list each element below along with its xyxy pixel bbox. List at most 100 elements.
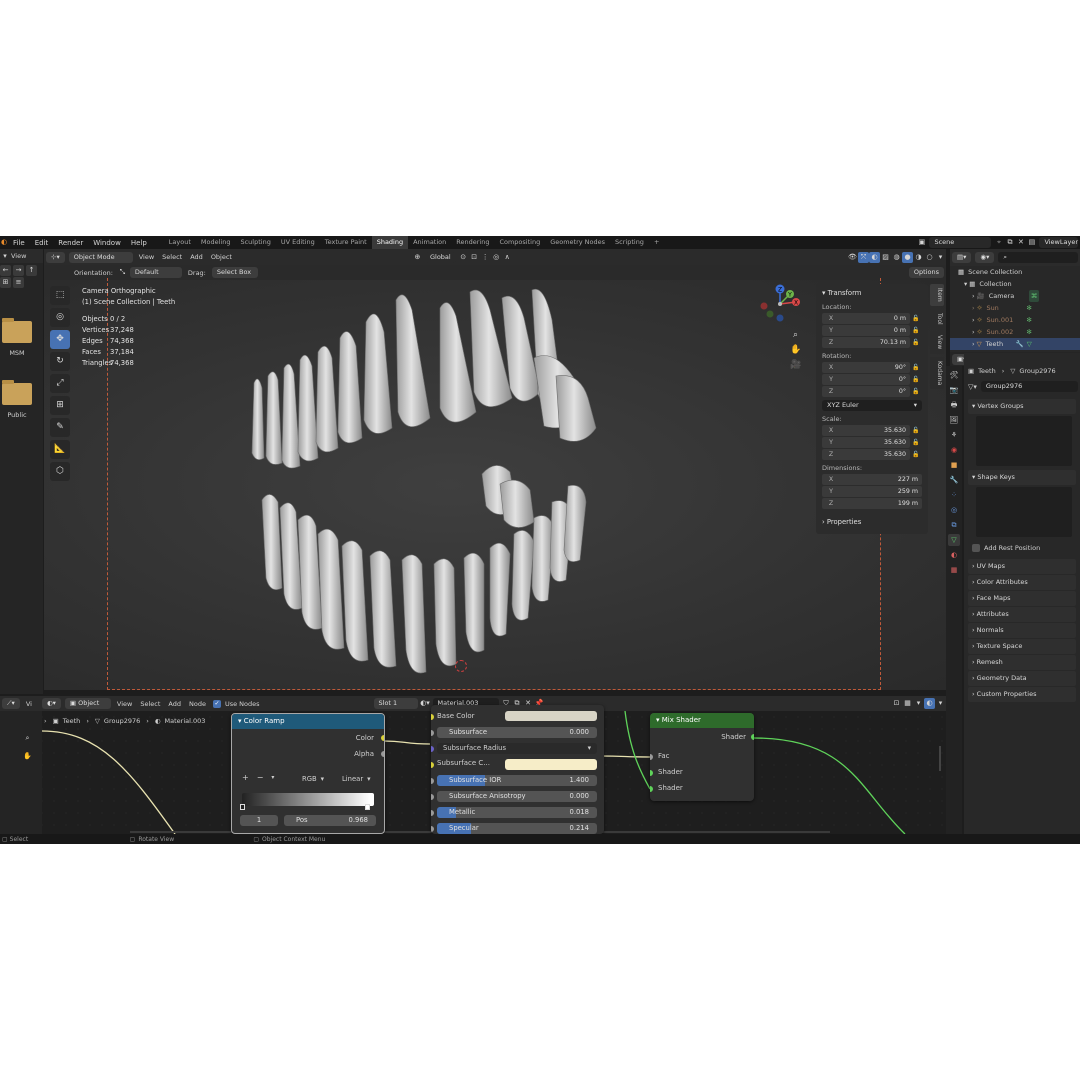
panel-attributes[interactable]: › Attributes [968, 607, 1076, 622]
close-icon[interactable]: ✕ [1015, 237, 1026, 248]
shader-input-1-socket[interactable] [650, 770, 653, 776]
base-color-swatch[interactable] [505, 711, 597, 721]
snap-icon[interactable]: ⊡ [469, 252, 480, 263]
lock-icon[interactable]: 🔓 [910, 427, 922, 434]
panel-face-maps[interactable]: › Face Maps [968, 591, 1076, 606]
subsurface-socket[interactable] [431, 730, 434, 736]
dimension-y-field[interactable]: Y 259 m [822, 486, 922, 497]
output-tab-icon[interactable]: 🖶 [948, 399, 960, 411]
scene-tab-icon[interactable]: ⚘ [948, 429, 960, 441]
lock-icon[interactable]: 🔓 [910, 388, 922, 395]
metallic-field[interactable]: Metallic 0.018 [437, 807, 597, 818]
menu-help[interactable]: Help [126, 239, 152, 247]
slot-dropdown[interactable]: Slot 1 [373, 698, 418, 709]
view-layer-selector[interactable]: ViewLayer [1039, 237, 1078, 248]
lock-icon[interactable]: 🔓 [910, 339, 922, 346]
add-stop-button[interactable]: + [242, 773, 249, 782]
menu-add[interactable]: Add [186, 253, 207, 261]
stop-pos-field[interactable]: Pos 0.968 [284, 815, 376, 826]
falloff-icon[interactable]: ∧ [502, 252, 513, 263]
transform-orientation-dropdown[interactable]: Global [424, 251, 456, 263]
subsurface-color-swatch[interactable] [505, 759, 597, 770]
drag-dropdown[interactable]: Select Box [211, 267, 258, 278]
menu-edit[interactable]: Edit [30, 239, 54, 247]
editor-type-icon[interactable]: ▾ [1, 251, 9, 262]
zoom-icon[interactable]: ⌕ [790, 330, 801, 341]
shading-material-icon[interactable]: ◑ [913, 252, 924, 263]
location-y-field[interactable]: Y0 m 🔓 [822, 325, 922, 336]
scale-tool-icon[interactable]: ⤢ [50, 374, 70, 393]
pan-hand-icon[interactable]: ✋ [790, 345, 801, 356]
color-ramp-header[interactable]: ▾ Color Ramp [232, 714, 384, 729]
add-workspace-button[interactable]: + [649, 236, 664, 249]
tool-tab-icon[interactable]: 🛠 [948, 369, 960, 381]
panel-color-attributes[interactable]: › Color Attributes [968, 575, 1076, 590]
metallic-socket[interactable] [431, 810, 434, 816]
menu-file[interactable]: File [8, 239, 30, 247]
nav-parent-icon[interactable]: ↑ [26, 264, 37, 276]
add-cube-tool-icon[interactable]: ⬡ [50, 462, 70, 481]
add-rest-position-row[interactable]: Add Rest Position [964, 541, 1080, 555]
outliner-collection[interactable]: ▾ ▦ Collection [950, 278, 1080, 290]
transform-panel-title[interactable]: ▾ Transform [822, 289, 922, 297]
dimension-z-field[interactable]: Z 199 m [822, 498, 922, 509]
subsurface-ior-field[interactable]: Subsurface IOR 1.400 [437, 775, 597, 786]
editor-type-dropdown[interactable]: ⊹▾ [46, 251, 65, 263]
move-tool-icon[interactable]: ✥ [50, 330, 70, 349]
proportional-edit-icon[interactable]: ◎ [491, 252, 502, 263]
shading-rendered-icon[interactable]: ○ [924, 252, 935, 263]
visibility-icon[interactable]: 👁 [847, 252, 858, 263]
vertex-groups-list[interactable] [976, 416, 1072, 466]
pin-icon[interactable]: ⌖ [993, 237, 1004, 248]
specular-socket[interactable] [431, 826, 434, 832]
xray-icon[interactable]: ▨ [880, 252, 891, 263]
stop-index-field[interactable]: 1 [240, 815, 278, 826]
orientation-dropdown[interactable]: Default [129, 267, 182, 278]
menu-object[interactable]: Object [207, 253, 236, 261]
shader-type-dropdown[interactable]: ▣ Object [64, 698, 111, 709]
menu-select[interactable]: Select [158, 253, 186, 261]
outliner-editor-type[interactable]: ▤▾ [952, 252, 972, 263]
pivot-icon[interactable]: ⊙ [458, 252, 469, 263]
material-tab-icon[interactable]: ◐ [948, 549, 960, 561]
tab-uv-editing[interactable]: UV Editing [276, 236, 320, 249]
options-dropdown[interactable]: Options [908, 267, 944, 278]
node-options-icon[interactable]: ▾ [913, 698, 924, 709]
gizmo-toggle-icon[interactable]: ⤧ [858, 251, 869, 263]
annotate-tool-icon[interactable]: ✎ [50, 418, 70, 437]
location-z-field[interactable]: Z 70.13 m 🔓 [822, 337, 922, 348]
scale-y-field[interactable]: Y 35.630 🔓 [822, 437, 922, 448]
scale-z-field[interactable]: Z 35.630 🔓 [822, 449, 922, 460]
folder-msm[interactable]: MSM [0, 318, 34, 357]
tab-scripting[interactable]: Scripting [610, 236, 649, 249]
transform-tool-icon[interactable]: ⊞ [50, 396, 70, 415]
tab-geometry-nodes[interactable]: Geometry Nodes [545, 236, 610, 249]
constraints-tab-icon[interactable]: ⧉ [948, 519, 960, 531]
lock-icon[interactable]: 🔓 [910, 315, 922, 322]
modifier-tab-icon[interactable]: 🔧 [948, 474, 960, 486]
tab-animation[interactable]: Animation [408, 236, 451, 249]
scene-selector[interactable]: Scene [929, 237, 992, 248]
snap-target-icon[interactable]: ⋮ [480, 252, 491, 263]
ramp-stop-handle[interactable] [365, 804, 370, 810]
scale-x-field[interactable]: X 35.630 🔓 [822, 425, 922, 436]
lock-icon[interactable]: 🔓 [910, 364, 922, 371]
object-tab-icon[interactable]: ■ [948, 459, 960, 471]
grid-view-icon[interactable]: ⊞ [0, 276, 11, 288]
mode-dropdown[interactable]: Object Mode [68, 251, 133, 263]
tab-modeling[interactable]: Modeling [196, 236, 236, 249]
node-menu-view[interactable]: View [113, 700, 136, 708]
lock-icon[interactable]: 🔓 [910, 327, 922, 334]
fac-socket[interactable] [650, 754, 653, 760]
outliner-filter-dropdown[interactable]: ◉▾ [975, 252, 995, 263]
3d-viewport[interactable]: ⬚ ◎ ✥ ↻ ⤢ ⊞ ✎ 📐 ⬡ Camera Orthographic (1… [44, 278, 946, 690]
shading-solid-icon[interactable]: ● [902, 251, 913, 263]
outliner-item-teeth[interactable]: › ▽ Teeth 🔧 ▽ [950, 338, 1080, 350]
checkbox[interactable] [972, 544, 980, 552]
panel-geometry-data[interactable]: › Geometry Data [968, 671, 1076, 686]
subsurface-radius-dropdown[interactable]: Subsurface Radius ▾ [437, 743, 597, 754]
subsurface-color-socket[interactable] [431, 762, 434, 768]
tab-rendering[interactable]: Rendering [451, 236, 494, 249]
tab-sculpting[interactable]: Sculpting [235, 236, 275, 249]
physics-tab-icon[interactable]: ◎ [948, 504, 960, 516]
